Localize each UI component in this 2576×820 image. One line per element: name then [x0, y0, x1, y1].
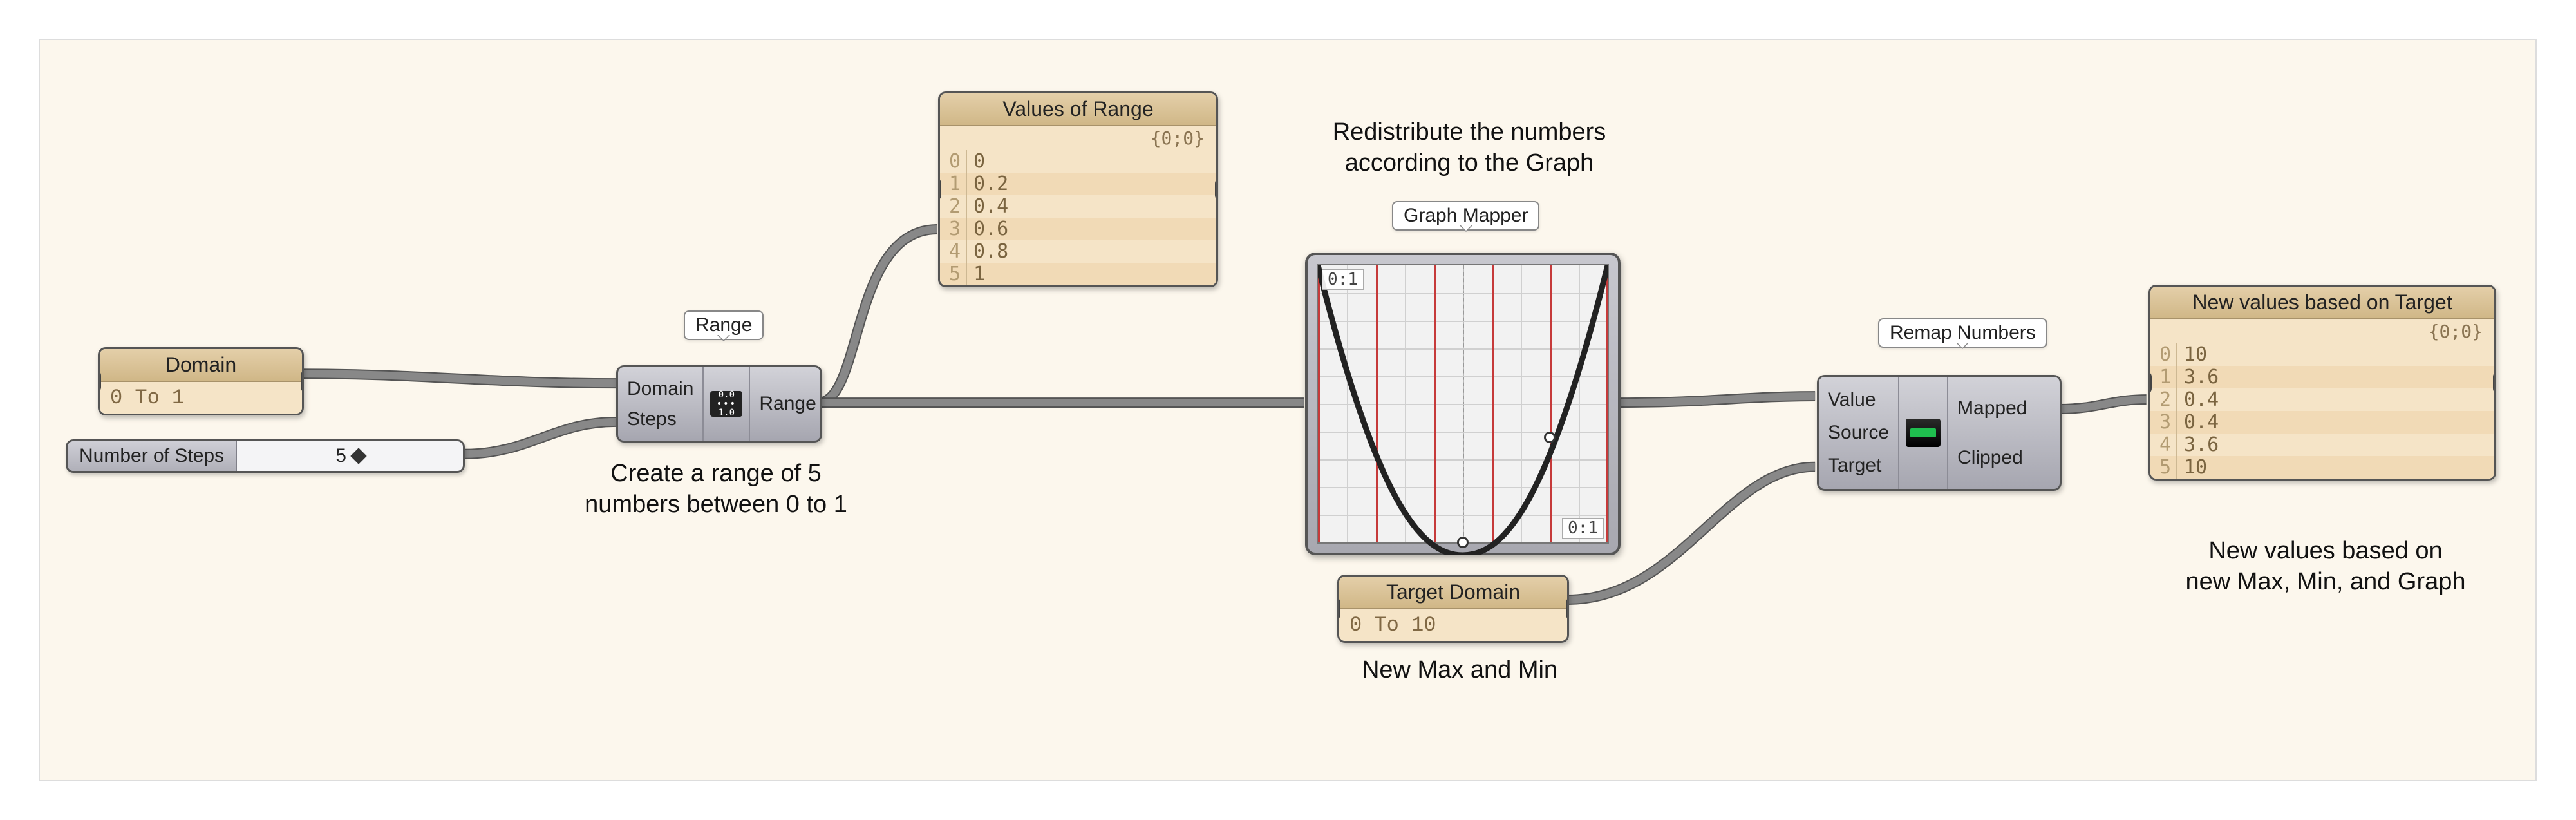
remap-output-mapped[interactable]: Mapped — [1957, 397, 2027, 419]
remap-input-value[interactable]: Value — [1828, 389, 1889, 411]
remap-outputs: Mapped Clipped — [1948, 377, 2036, 489]
remap-label-bubble: Remap Numbers — [1878, 318, 2047, 348]
grasshopper-canvas[interactable]: .wire { fill:none; stroke:#888; stroke-w… — [39, 39, 2537, 781]
range-output-range[interactable]: Range — [759, 393, 816, 415]
output-annotation: New values based on new Max, Min, and Gr… — [2145, 536, 2506, 597]
panel-grip-right[interactable] — [1215, 178, 1218, 201]
remap-component[interactable]: Value Source Target Mapped Clipped — [1817, 375, 2062, 491]
slider-handle-icon[interactable] — [350, 448, 366, 464]
panel-grip-left[interactable] — [1337, 597, 1340, 620]
list-item: 30.4 — [2150, 411, 2494, 434]
panel-grip-right[interactable] — [1566, 597, 1569, 620]
target-domain-value: 0 To 10 — [1339, 609, 1567, 641]
output-panel[interactable]: New values based on Target {0;0} 010 13.… — [2148, 285, 2496, 481]
target-domain-panel[interactable]: Target Domain 0 To 10 — [1337, 575, 1569, 643]
graph-mapper-component[interactable]: 0:1 0:1 — [1305, 253, 1621, 555]
panel-grip-left[interactable] — [938, 178, 941, 201]
list-item: 30.6 — [940, 218, 1216, 240]
domain-panel-title: Domain — [100, 349, 302, 382]
range-icon: 0.0 ••• 1.0 — [710, 391, 742, 417]
range-input-steps[interactable]: Steps — [627, 408, 693, 430]
graph-mapper-label-bubble: Graph Mapper — [1392, 201, 1539, 231]
panel-grip-left[interactable] — [2148, 371, 2152, 394]
values-panel-rows: 00 10.2 20.4 30.6 40.8 51 — [940, 150, 1216, 285]
range-outputs: Range — [750, 367, 825, 441]
steps-slider-value: 5 — [335, 445, 346, 467]
list-item: 40.8 — [940, 240, 1216, 263]
list-item: 010 — [2150, 343, 2494, 366]
list-item: 00 — [940, 150, 1216, 173]
values-panel[interactable]: Values of Range {0;0} 00 10.2 20.4 30.6 … — [938, 91, 1218, 287]
list-item: 43.6 — [2150, 434, 2494, 456]
remap-icon — [1906, 419, 1941, 447]
graph-x-tag: 0:1 — [1322, 269, 1364, 290]
output-panel-title: New values based on Target — [2150, 287, 2494, 319]
remap-output-clipped[interactable]: Clipped — [1957, 447, 2027, 469]
range-label-bubble: Range — [684, 310, 764, 340]
list-item: 51 — [940, 263, 1216, 285]
range-label-text: Range — [695, 314, 752, 336]
domain-panel[interactable]: Domain 0 To 1 — [98, 347, 304, 415]
output-panel-path: {0;0} — [2150, 319, 2494, 343]
graph-handle[interactable] — [1457, 537, 1469, 548]
steps-slider-label: Number of Steps — [68, 441, 237, 471]
values-panel-path: {0;0} — [940, 126, 1216, 150]
output-panel-rows: 010 13.6 20.4 30.4 43.6 510 — [2150, 343, 2494, 479]
target-domain-title: Target Domain — [1339, 577, 1567, 609]
graph-annotation: Redistribute the numbers according to th… — [1299, 117, 1640, 178]
range-input-domain[interactable]: Domain — [627, 378, 693, 400]
domain-panel-value: 0 To 1 — [100, 382, 302, 414]
remap-label-text: Remap Numbers — [1890, 322, 2036, 343]
panel-grip-right[interactable] — [301, 370, 304, 393]
range-annotation: Create a range of 5 numbers between 0 to… — [549, 459, 883, 520]
values-panel-title: Values of Range — [940, 93, 1216, 126]
range-inputs: Domain Steps — [618, 367, 702, 441]
remap-center — [1898, 377, 1948, 489]
range-center: 0.0 ••• 1.0 — [702, 367, 750, 441]
target-annotation: New Max and Min — [1331, 655, 1588, 686]
list-item: 13.6 — [2150, 366, 2494, 388]
list-item: 510 — [2150, 456, 2494, 479]
remap-input-source[interactable]: Source — [1828, 422, 1889, 444]
steps-slider[interactable]: Number of Steps 5 — [66, 439, 465, 473]
graph-area[interactable]: 0:1 0:1 — [1317, 264, 1609, 544]
graph-curve — [1318, 265, 1608, 555]
steps-slider-track[interactable]: 5 — [237, 441, 463, 471]
list-item: 10.2 — [940, 173, 1216, 195]
graph-y-tag: 0:1 — [1562, 518, 1604, 539]
graph-handle[interactable] — [1544, 432, 1556, 443]
graph-mapper-label-text: Graph Mapper — [1404, 205, 1528, 226]
panel-grip-left[interactable] — [98, 370, 101, 393]
list-item: 20.4 — [2150, 388, 2494, 411]
range-component[interactable]: Domain Steps 0.0 ••• 1.0 Range — [616, 365, 822, 443]
list-item: 20.4 — [940, 195, 1216, 218]
remap-inputs: Value Source Target — [1819, 377, 1898, 489]
remap-input-target[interactable]: Target — [1828, 455, 1889, 477]
panel-grip-right[interactable] — [2493, 371, 2496, 394]
